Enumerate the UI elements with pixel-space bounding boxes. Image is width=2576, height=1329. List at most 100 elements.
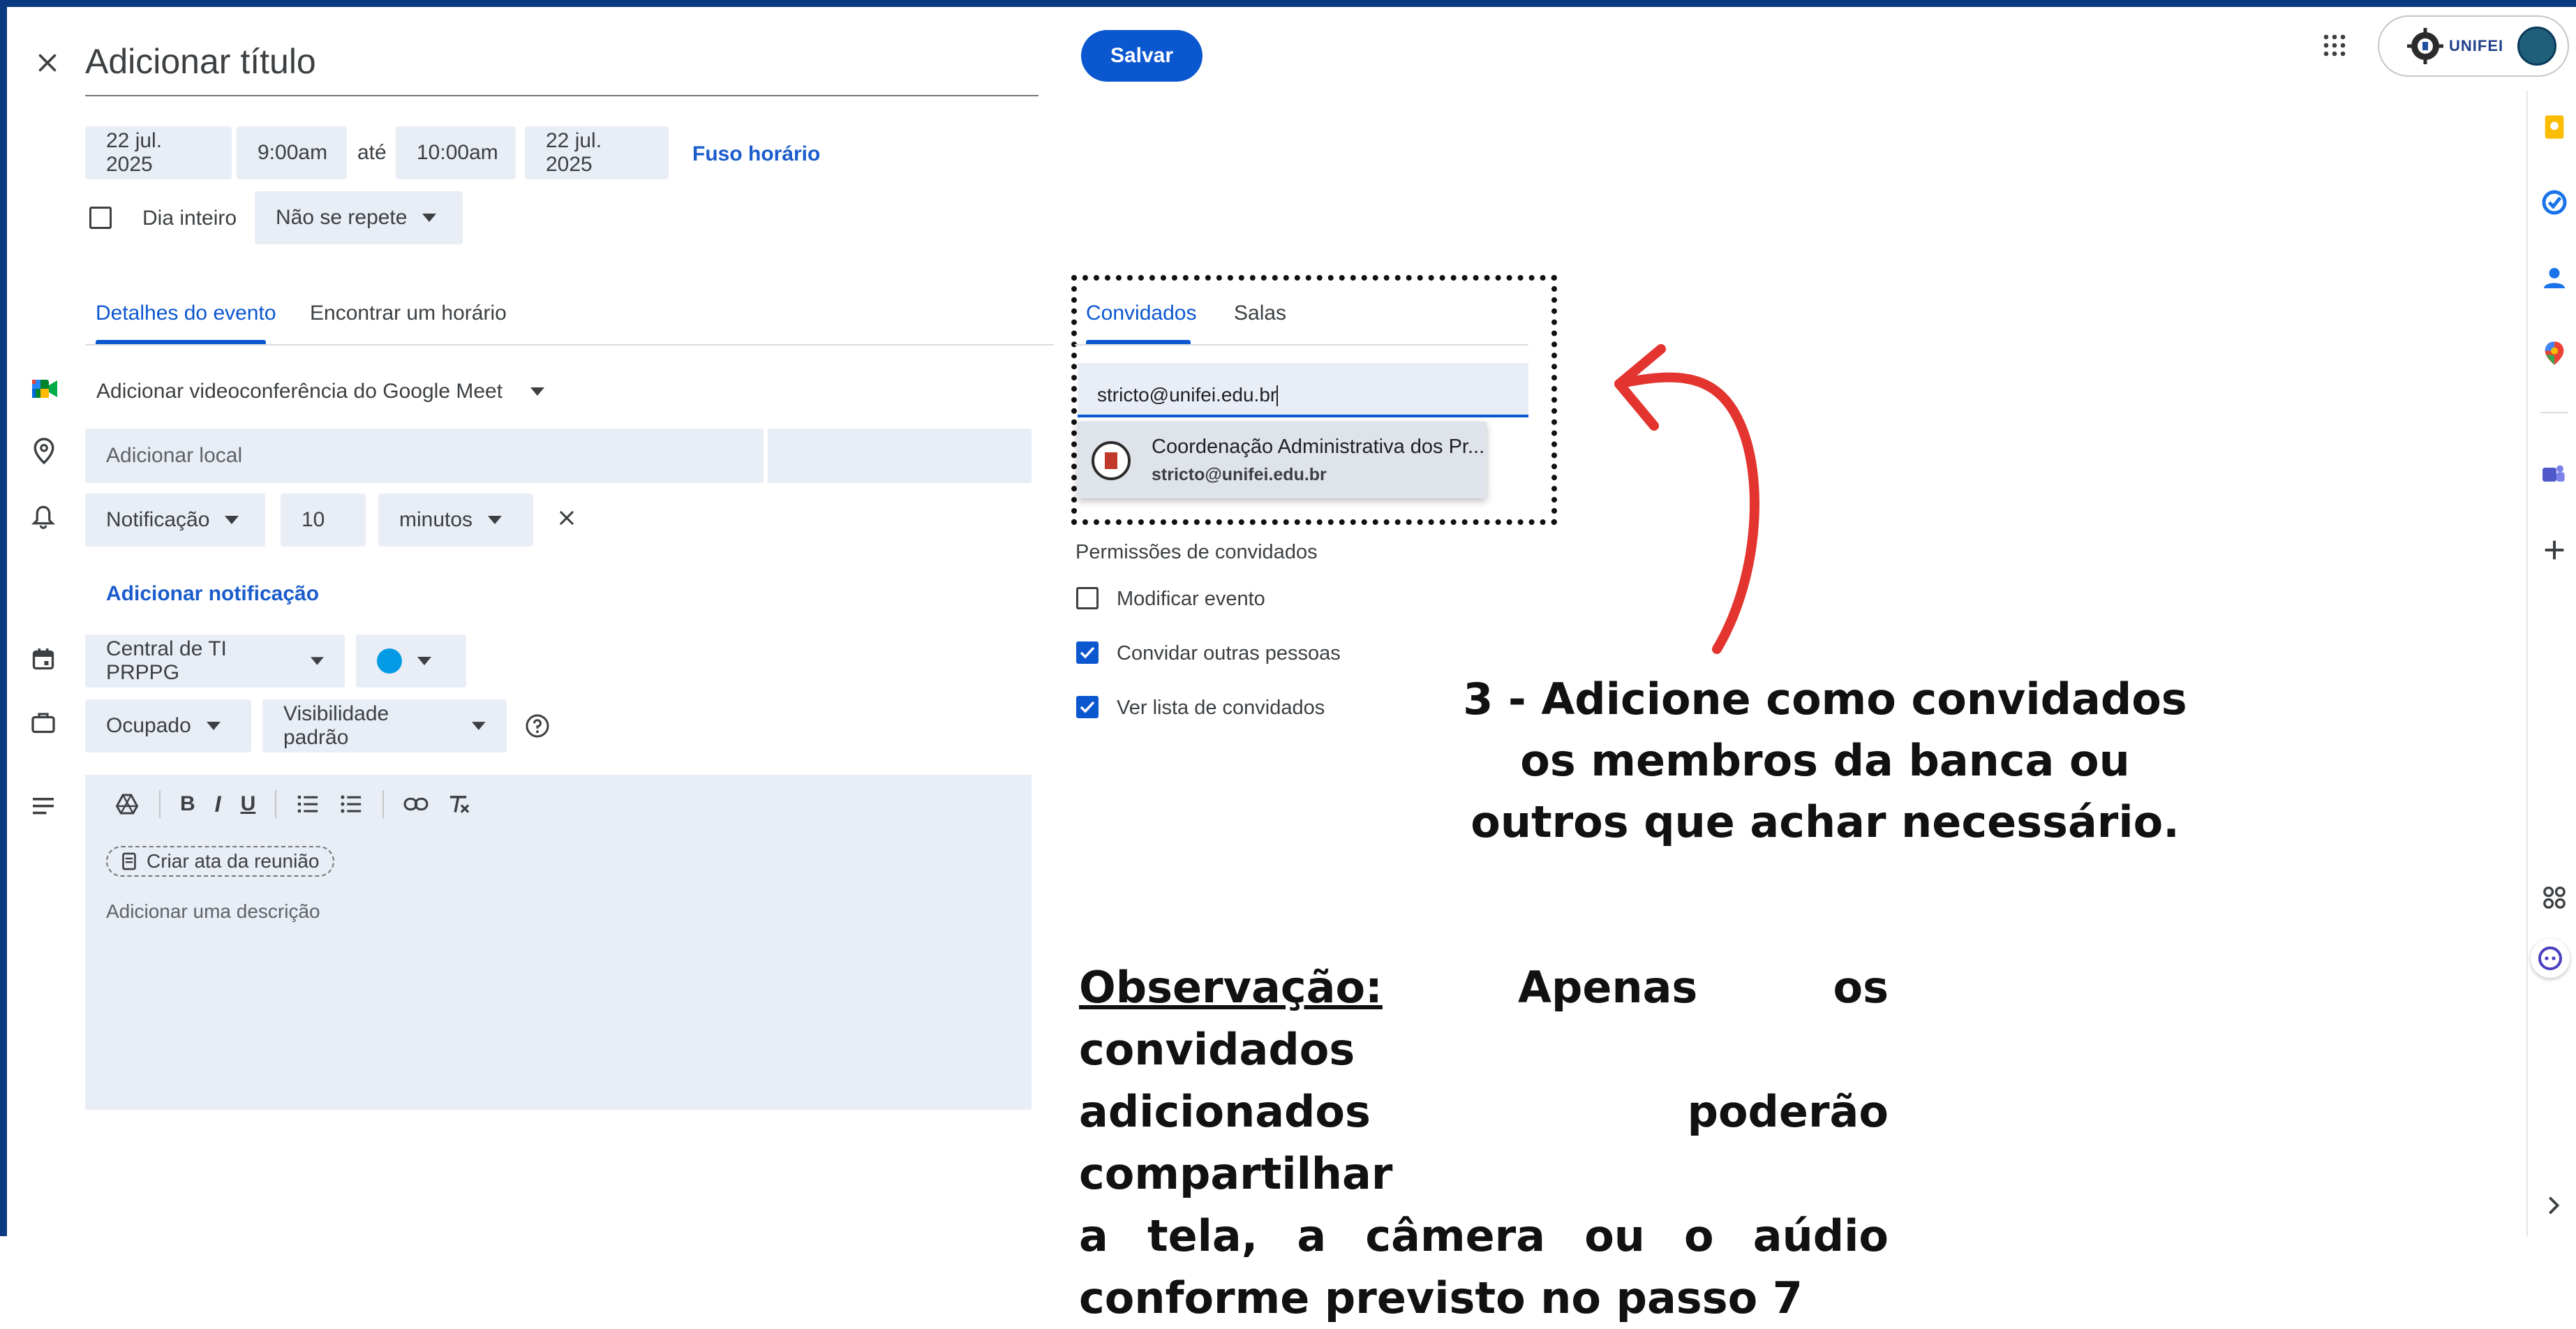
assistant-button[interactable]	[2531, 939, 2570, 978]
start-date-chip[interactable]: 22 jul. 2025	[85, 126, 232, 179]
chevron-right-icon[interactable]	[2545, 1195, 2563, 1216]
repeat-value: Não se repete	[276, 206, 408, 229]
chevron-down-icon	[530, 387, 545, 396]
create-notes-label: Criar ata da reunião	[147, 850, 320, 872]
notification-type-value: Notificação	[106, 508, 210, 531]
chevron-down-icon	[472, 722, 486, 730]
maps-icon[interactable]	[2540, 339, 2568, 367]
link-icon[interactable]	[403, 796, 429, 812]
calendar-color-swatch	[377, 648, 402, 674]
close-button[interactable]	[28, 43, 67, 82]
tab-event-details[interactable]: Detalhes do evento	[96, 302, 276, 325]
apps-grid-button[interactable]	[2317, 28, 2352, 63]
window-frame-top	[0, 0, 2576, 7]
calendar-value: Central de TI PRPPG	[106, 637, 227, 684]
step-line-3: outros que achar necessário.	[1471, 796, 2180, 847]
color-dropdown[interactable]	[356, 634, 466, 688]
observation-label: Observação:	[1079, 962, 1383, 1013]
availability-dropdown[interactable]: Ocupado	[85, 699, 251, 752]
guest-input[interactable]: stricto@unifei.edu.br	[1078, 363, 1528, 417]
all-day-checkbox[interactable]	[89, 207, 112, 229]
text-cursor	[1276, 385, 1279, 406]
tab-rooms[interactable]: Salas	[1234, 302, 1286, 325]
bell-icon	[31, 505, 56, 529]
guests-tabs-divider	[1075, 344, 1528, 346]
annotation-arrow	[1614, 344, 1759, 654]
drive-icon[interactable]	[114, 793, 140, 815]
create-notes-chip[interactable]: Criar ata da reunião	[106, 846, 335, 877]
description-editor[interactable]: B I U Criar ata da reunião Adicionar uma…	[85, 775, 1032, 1110]
observation-line-4: conforme previsto no passo 7	[1079, 1272, 1803, 1323]
step-line-2: os membros da banca ou	[1520, 735, 2130, 786]
chevron-down-icon	[422, 214, 437, 222]
formatting-toolbar: B I U	[114, 790, 470, 818]
visibility-value: Visibilidade padrão	[283, 702, 389, 749]
tasks-icon[interactable]	[2540, 188, 2568, 216]
description-placeholder: Adicionar uma descrição	[106, 900, 320, 922]
add-meet-button[interactable]: Adicionar videoconferência do Google Mee…	[96, 380, 545, 403]
teams-icon[interactable]	[2539, 461, 2567, 489]
chevron-down-icon	[225, 516, 239, 524]
tab-guests[interactable]: Convidados	[1086, 302, 1196, 325]
chevron-down-icon	[311, 657, 324, 665]
step-annotation: 3 - Adicione como convidados os membros …	[1424, 669, 2226, 853]
perm-modify-label: Modificar evento	[1117, 588, 1265, 610]
notes-icon	[122, 852, 136, 870]
observation-line-2: adicionados poderão compartilhar	[1079, 1086, 1889, 1199]
end-date-chip[interactable]: 22 jul. 2025	[525, 126, 669, 179]
notification-unit-dropdown[interactable]: minutos	[378, 493, 533, 547]
start-time-chip[interactable]: 9:00am	[237, 126, 347, 179]
step-line-1: 3 - Adicione como convidados	[1463, 674, 2187, 725]
unifei-logo-icon	[2407, 28, 2443, 64]
notification-value-input[interactable]: 10	[281, 493, 366, 547]
google-meet-icon	[32, 380, 57, 398]
guest-permissions-title: Permissões de convidados	[1075, 541, 1318, 563]
toolbar-divider	[382, 790, 385, 818]
perm-invite-checkbox[interactable]	[1076, 641, 1099, 664]
numbered-list-icon[interactable]	[296, 794, 320, 815]
availability-value: Ocupado	[106, 714, 191, 737]
event-title-input[interactable]: Adicionar título	[85, 36, 1038, 96]
repeat-dropdown[interactable]: Não se repete	[255, 191, 463, 244]
account-switcher[interactable]: UNIFEI	[2378, 15, 2569, 77]
calendar-dropdown[interactable]: Central de TI PRPPG	[85, 634, 345, 688]
avatar	[2517, 27, 2557, 66]
event-title-placeholder: Adicionar título	[85, 42, 316, 81]
observation-note: Observação: Apenas os convidados adicion…	[1079, 956, 1889, 1329]
bulleted-list-icon[interactable]	[339, 794, 363, 815]
chevron-down-icon	[488, 516, 502, 524]
underline-icon[interactable]: U	[241, 792, 256, 816]
window-frame-left	[0, 0, 7, 1236]
add-addon-icon[interactable]	[2540, 536, 2568, 564]
add-notification-link[interactable]: Adicionar notificação	[106, 582, 319, 606]
clear-formatting-icon[interactable]	[448, 794, 470, 815]
close-icon	[560, 511, 574, 525]
chevron-down-icon	[417, 657, 431, 665]
suggestion-avatar	[1092, 441, 1131, 480]
timezone-link[interactable]: Fuso horário	[692, 142, 820, 166]
italic-icon[interactable]: I	[215, 792, 221, 817]
notification-unit-value: minutos	[399, 508, 473, 531]
remove-notification-button[interactable]	[551, 503, 582, 533]
suggestion-email: stricto@unifei.edu.br	[1152, 465, 1327, 484]
end-time-chip[interactable]: 10:00am	[396, 126, 516, 179]
checkmark-icon	[1080, 701, 1095, 713]
notification-type-dropdown[interactable]: Notificação	[85, 493, 265, 547]
tab-find-time[interactable]: Encontrar um horário	[310, 302, 507, 325]
assistant-icon	[2538, 946, 2562, 970]
side-panel-divider	[2526, 91, 2528, 1236]
visibility-dropdown[interactable]: Visibilidade padrão	[262, 699, 507, 752]
visibility-help-button[interactable]	[522, 711, 553, 741]
description-icon	[33, 798, 54, 815]
location-input[interactable]: Adicionar local	[85, 429, 764, 483]
apps-grid-icon	[2323, 34, 2346, 57]
perm-see-list-checkbox[interactable]	[1076, 696, 1099, 718]
contacts-icon[interactable]	[2540, 264, 2568, 292]
guest-suggestion[interactable]: Coordenação Administrativa dos Pr... str…	[1078, 422, 1487, 498]
keep-icon[interactable]	[2540, 113, 2568, 141]
shortcuts-icon[interactable]	[2540, 884, 2568, 912]
account-logo-text: UNIFEI	[2449, 37, 2504, 54]
save-button[interactable]: Salvar	[1081, 30, 1203, 82]
perm-modify-checkbox[interactable]	[1076, 587, 1099, 609]
bold-icon[interactable]: B	[180, 792, 195, 816]
